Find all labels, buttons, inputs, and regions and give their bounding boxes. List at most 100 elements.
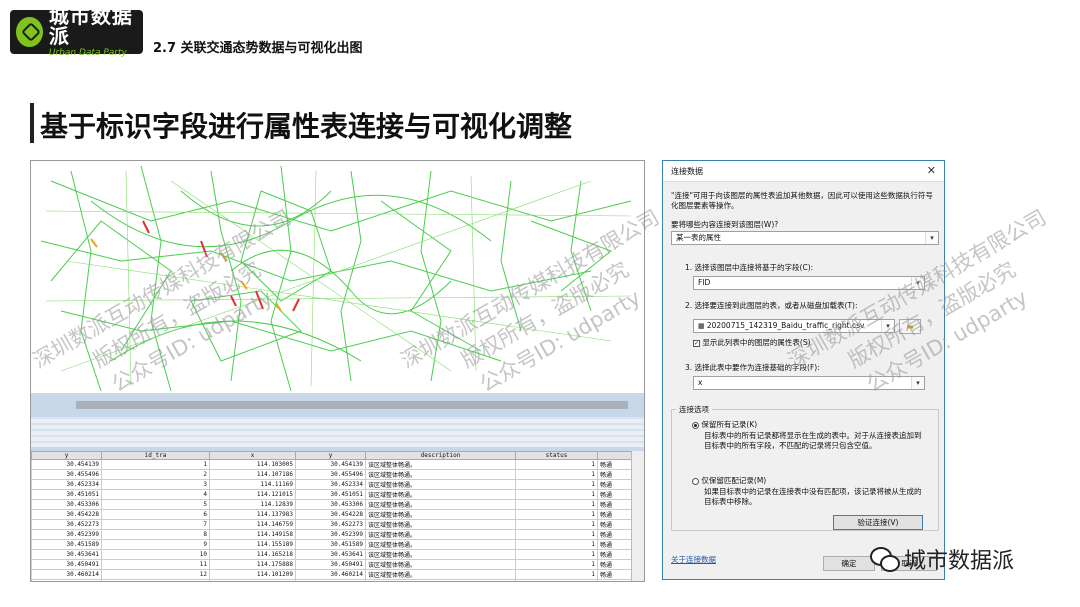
column-header[interactable] [597, 451, 632, 460]
join-table-dropdown[interactable]: ▦ 20200715_142319_Baidu_traffic_right.cs… [693, 319, 895, 333]
wechat-account-name: 城市数据派 [904, 549, 1015, 574]
show-layers-checkbox-row[interactable]: ✓ 显示此列表中的图层的属性表(S) [693, 337, 811, 348]
table-cell: 该区域整体畅通。 [365, 549, 516, 560]
table-cell: 畅通 [597, 559, 632, 570]
table-cell: 30.450491 [295, 559, 366, 570]
table-cell: 30.451051 [31, 489, 102, 500]
table-cell: 畅通 [597, 579, 632, 581]
table-row[interactable]: 30.453641 10 114.165218 30.453641 该区域整体畅通。 1 畅… [31, 549, 632, 560]
table-row[interactable]: 30.452273 7 114.146759 30.452273 该区域整体畅通。 1 畅通 [31, 519, 632, 530]
section-title: 2.7 关联交通态势数据与可视化出图 [153, 41, 363, 56]
wechat-badge: 城市数据派 [870, 543, 1014, 575]
column-header[interactable]: description [365, 451, 516, 460]
join-field-dropdown[interactable]: x ▾ [693, 376, 925, 390]
table-cell: 114.107186 [209, 469, 296, 480]
keep-all-radio[interactable] [692, 421, 699, 429]
table-row[interactable]: 30.454139 1 114.103005 30.454139 该区域整体畅通。 1 畅通 [31, 459, 632, 470]
table-cell: 畅通 [597, 479, 632, 490]
table-row[interactable]: 30.455496 2 114.107186 30.455496 该区域整体畅通。 1 畅通 [31, 469, 632, 480]
page-title: 基于标识字段进行属性表连接与可视化调整 [40, 110, 573, 143]
close-icon[interactable]: ✕ [927, 164, 936, 177]
table-row[interactable]: 30.450491 11 114.175888 30.450491 该区域整体畅通。 1 畅… [31, 559, 632, 570]
table-cell: 30.453641 [295, 549, 366, 560]
column-header[interactable]: status [515, 451, 598, 460]
column-header[interactable]: y [31, 451, 102, 460]
table-cell: 1 [515, 529, 598, 540]
logo-icon [16, 17, 43, 47]
table-cell: 114.175888 [209, 559, 296, 570]
table-cell: 114.11169 [209, 479, 296, 490]
table-row[interactable]: 30.452334 3 114.11169 30.452334 该区域整体畅通。 1 畅通 [31, 479, 632, 490]
table-cell: 114.149158 [209, 529, 296, 540]
step3-label: 3. 选择此表中要作为连接基础的字段(F): [685, 363, 820, 372]
table-cell: 114.137983 [209, 509, 296, 520]
table-cell: 该区域整体畅通。 [365, 579, 516, 581]
table-cell: 30.450491 [31, 559, 102, 570]
table-cell: 2 [101, 469, 210, 480]
table-cell: 30.456539 [31, 579, 102, 581]
layer-field-dropdown[interactable]: FID ▾ [693, 276, 925, 290]
logo-text-cn: 城市数据派 [48, 4, 133, 48]
table-cell: 1 [101, 459, 210, 470]
keep-matching-radio[interactable] [692, 477, 699, 485]
dialog-titlebar: 连接数据 ✕ [663, 161, 944, 182]
keep-matching-option[interactable]: 仅保留匹配记录(M) [692, 475, 766, 486]
table-row[interactable]: 30.451051 4 114.121015 30.451051 该区域整体畅通。 1 畅通 [31, 489, 632, 500]
ok-button[interactable]: 确定 [823, 556, 875, 571]
table-cell: 11 [101, 559, 210, 570]
join-data-dialog: 连接数据 ✕ "连接"可用于向该图层的属性表追加其他数据，因此可以使用这些数据执… [662, 160, 945, 580]
table-cell: 畅通 [597, 539, 632, 550]
table-cell: 该区域整体畅通。 [365, 509, 516, 520]
table-cell: 1 [515, 479, 598, 490]
validate-join-button[interactable]: 验证连接(V) [833, 515, 923, 530]
table-cell: 1 [515, 549, 598, 560]
table-cell: 1 [515, 579, 598, 581]
table-cell: 该区域整体畅通。 [365, 479, 516, 490]
table-cell: 该区域整体畅通。 [365, 569, 516, 580]
table-cell: 114.121015 [209, 489, 296, 500]
table-row[interactable]: 30.454228 6 114.137983 30.454228 该区域整体畅通。 1 畅通 [31, 509, 632, 520]
table-cell: 1 [515, 489, 598, 500]
column-header[interactable]: id_tra [101, 451, 210, 460]
table-cell: 畅通 [597, 529, 632, 540]
table-cell: 13 [101, 579, 210, 581]
table-cell: 30.452273 [31, 519, 102, 530]
table-cell: 30.454139 [31, 459, 102, 470]
logo-text-en: Urban Data Party [48, 48, 127, 58]
table-row[interactable]: 30.451589 9 114.155189 30.451589 该区域整体畅通。 1 畅通 [31, 539, 632, 550]
table-cell: 8 [101, 529, 210, 540]
table-cell: 畅通 [597, 509, 632, 520]
column-header[interactable]: x [209, 451, 296, 460]
open-folder-button[interactable]: ▬ [899, 319, 921, 334]
table-cell: 30.451589 [295, 539, 366, 550]
about-join-link[interactable]: 关于连接数据 [671, 554, 716, 565]
table-cell: 114.101209 [209, 569, 296, 580]
step1-label: 1. 选择该图层中连接将基于的字段(C): [685, 263, 814, 272]
table-row[interactable]: 30.460214 12 114.101209 30.460214 该区域整体畅通。 1 畅… [31, 569, 632, 580]
table-cell: 1 [515, 499, 598, 510]
table-cell: 3 [101, 479, 210, 490]
table-cell: 114.10933 [209, 579, 296, 581]
table-cell: 30.454228 [295, 509, 366, 520]
table-cell: 30.454228 [31, 509, 102, 520]
table-row[interactable]: 30.452399 8 114.149158 30.452399 该区域整体畅通。 1 畅通 [31, 529, 632, 540]
show-layers-checkbox[interactable]: ✓ [693, 339, 700, 347]
table-row[interactable]: 30.45653913114.1093330.456539该区域整体畅通。1畅通 [31, 579, 632, 581]
step2-label: 2. 选择要连接到此图层的表，或者从磁盘加载表(T): [685, 301, 858, 310]
table-cell: 30.455496 [295, 469, 366, 480]
chevron-down-icon: ▾ [881, 320, 894, 332]
dialog-title: 连接数据 [671, 167, 703, 176]
column-header[interactable]: y [295, 451, 366, 460]
table-cell: 30.460214 [31, 569, 102, 580]
table-cell: 畅通 [597, 459, 632, 470]
brand-logo: 城市数据派 Urban Data Party [10, 6, 143, 58]
join-type-dropdown[interactable]: 某一表的属性 ▾ [671, 231, 939, 245]
table-row[interactable]: 30.453306 5 114.12839 30.453306 该区域整体畅通。 1 畅通 [31, 499, 632, 510]
keep-all-option[interactable]: 保留所有记录(K) [692, 419, 757, 430]
table-cell: 畅通 [597, 549, 632, 560]
wechat-icon [870, 545, 900, 573]
table-vertical-scrollbar[interactable] [631, 451, 644, 581]
horizontal-scrollbar[interactable] [76, 401, 628, 409]
join-type-label: 要将哪些内容连接到该图层(W)? [671, 220, 779, 229]
dialog-description: "连接"可用于向该图层的属性表追加其他数据，因此可以使用这些数据执行符号化图层要… [671, 191, 933, 210]
